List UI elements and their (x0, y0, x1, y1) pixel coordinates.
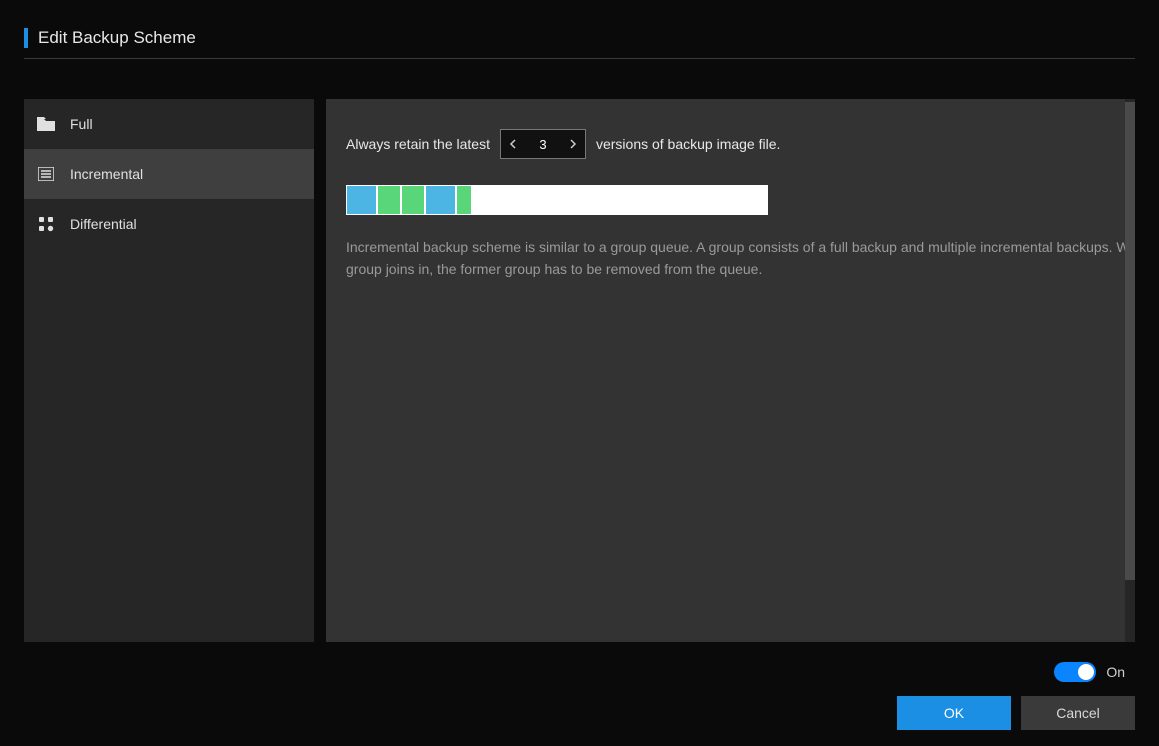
toggle-row: On (1054, 662, 1135, 682)
title-accent-bar (24, 28, 28, 48)
sidebar-item-label: Full (70, 116, 93, 132)
title-wrap: Edit Backup Scheme (24, 28, 1135, 59)
toggle-label: On (1106, 664, 1125, 680)
button-row: OK Cancel (897, 696, 1135, 730)
retain-row: Always retain the latest 3 versions of b… (346, 129, 1135, 159)
chevron-right-icon (569, 139, 577, 149)
description-line: Incremental backup scheme is similar to … (346, 237, 1135, 259)
main-panel: Always retain the latest 3 versions of b… (326, 99, 1135, 642)
dialog-header: Edit Backup Scheme (0, 0, 1159, 75)
scrollbar-thumb[interactable] (1125, 102, 1135, 580)
vertical-scrollbar[interactable] (1125, 99, 1135, 642)
retain-suffix-label: versions of backup image file. (596, 136, 780, 152)
grid-icon (36, 214, 56, 234)
scheme-description: Incremental backup scheme is similar to … (346, 237, 1135, 280)
list-icon (36, 164, 56, 184)
dialog-window: Edit Backup Scheme Full Incremental (0, 0, 1159, 746)
stepper-decrement-button[interactable] (501, 130, 525, 158)
backup-visual-bar (346, 185, 768, 215)
scheme-sidebar: Full Incremental Differential (24, 99, 314, 642)
toggle-knob (1078, 664, 1094, 680)
scheme-toggle[interactable] (1054, 662, 1096, 682)
cancel-button[interactable]: Cancel (1021, 696, 1135, 730)
retain-prefix-label: Always retain the latest (346, 136, 490, 152)
sidebar-item-label: Incremental (70, 166, 143, 182)
folder-icon (36, 114, 56, 134)
description-line: group joins in, the former group has to … (346, 259, 1135, 281)
segment-full (426, 186, 455, 214)
chevron-left-icon (509, 139, 517, 149)
stepper-increment-button[interactable] (561, 130, 585, 158)
sidebar-item-differential[interactable]: Differential (24, 199, 314, 249)
segment-incremental (402, 186, 424, 214)
segment-full (347, 186, 376, 214)
sidebar-item-incremental[interactable]: Incremental (24, 149, 314, 199)
ok-button[interactable]: OK (897, 696, 1011, 730)
sidebar-item-label: Differential (70, 216, 137, 232)
dialog-footer: On OK Cancel (0, 642, 1159, 746)
dialog-body: Full Incremental Differential Always ret… (0, 75, 1159, 642)
version-stepper[interactable]: 3 (500, 129, 586, 159)
segment-incremental (378, 186, 400, 214)
segment-incremental (457, 186, 471, 214)
sidebar-item-full[interactable]: Full (24, 99, 314, 149)
dialog-title: Edit Backup Scheme (38, 28, 196, 48)
stepper-value: 3 (539, 137, 546, 152)
